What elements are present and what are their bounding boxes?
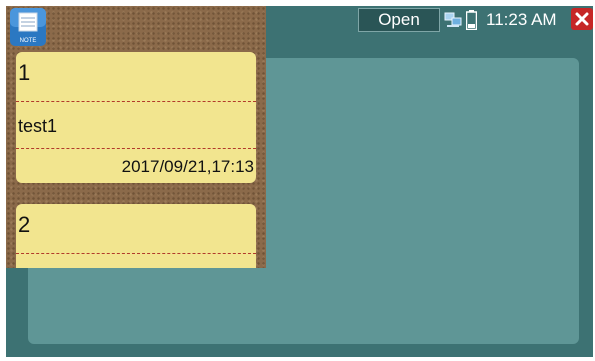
device-screen: Open 11:23 AM NOTE 1 test1 2017/09/21,17…	[6, 6, 593, 357]
svg-text:NOTE: NOTE	[20, 38, 37, 44]
open-button[interactable]: Open	[358, 8, 440, 32]
close-icon	[575, 12, 589, 26]
note-number: 2	[18, 212, 31, 237]
note-number-row: 1	[16, 52, 256, 102]
note-card[interactable]: 1 test1 2017/09/21,17:13	[16, 52, 256, 183]
close-button[interactable]	[571, 8, 593, 30]
note-text-row	[16, 254, 256, 268]
note-card[interactable]: 2	[16, 204, 256, 268]
notes-sidebar[interactable]: NOTE 1 test1 2017/09/21,17:13 2	[6, 6, 266, 268]
network-icon	[444, 12, 462, 27]
note-number: 1	[18, 60, 31, 85]
note-date-row: 2017/09/21,17:13	[16, 149, 256, 183]
note-datetime: 2017/09/21,17:13	[121, 157, 254, 176]
note-number-row: 2	[16, 204, 256, 254]
note-text: test1	[18, 116, 58, 136]
note-app-icon[interactable]: NOTE	[10, 8, 46, 46]
note-text-row: test1	[16, 102, 256, 149]
clock-time: 11:23 AM	[486, 10, 557, 29]
battery-icon	[466, 10, 477, 30]
